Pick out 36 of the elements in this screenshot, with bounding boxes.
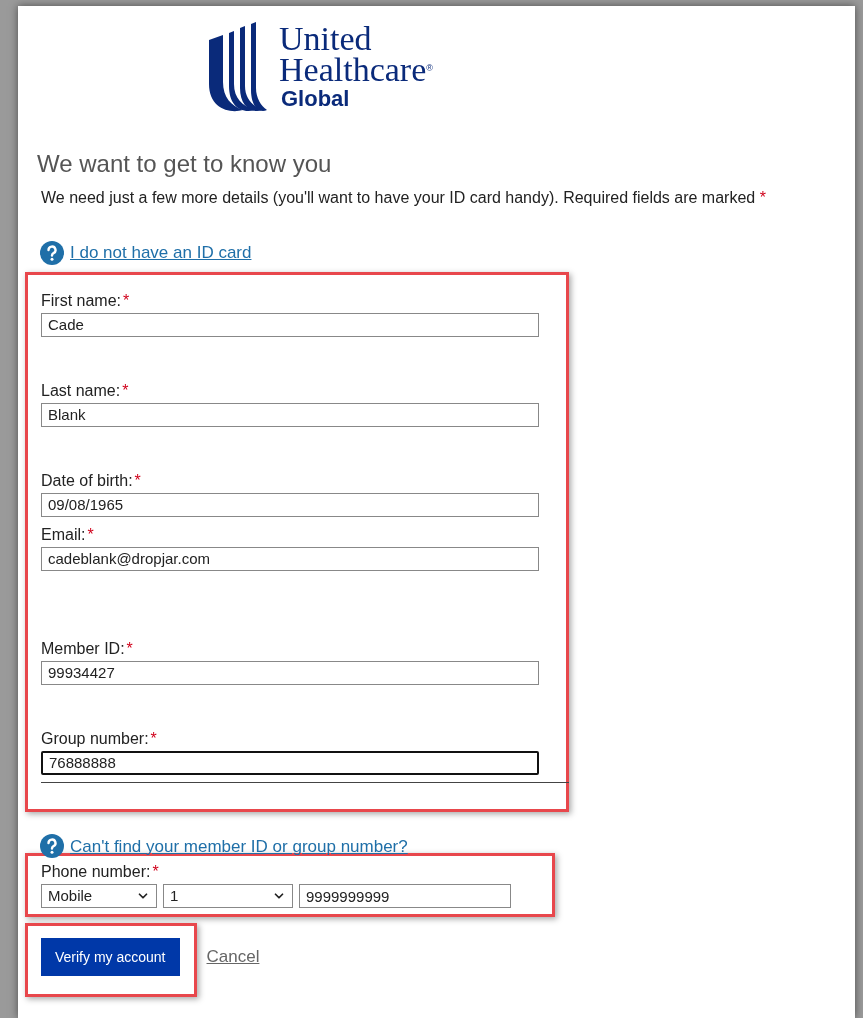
help-link[interactable]: Can't find your member ID or group number? (70, 833, 408, 859)
text-input[interactable]: Blank (41, 402, 539, 427)
field-label: First name: (41, 291, 121, 309)
phone-type-dropdown[interactable]: Mobile (41, 884, 157, 908)
text-input[interactable]: Cade (41, 312, 539, 337)
text-input[interactable]: cadeblank@dropjar.com (41, 546, 539, 571)
required-asterisk: * (123, 291, 130, 309)
required-asterisk: * (87, 525, 94, 543)
required-asterisk: * (150, 729, 157, 747)
cancel-link[interactable]: Cancel (206, 944, 260, 970)
logo-text: United (279, 24, 373, 54)
field-label: Last name: (41, 381, 121, 399)
required-asterisk: * (122, 381, 129, 399)
field-label: Email: (41, 525, 86, 543)
country-code-dropdown[interactable]: 1 (163, 884, 293, 908)
intro-text: We need just a few more details (you'll want to have your ID card handy). Required fields are marked (41, 189, 756, 206)
text-input[interactable]: 99934427 (41, 660, 539, 685)
phone-number-input[interactable]: 9999999999 (299, 884, 511, 908)
text-input[interactable]: 09/08/1965 (41, 492, 539, 517)
text-input[interactable]: 76888888 (41, 750, 539, 775)
field-label: Phone number: (41, 863, 151, 880)
required-asterisk: * (134, 471, 141, 489)
logo-subtitle: Global (281, 86, 351, 112)
field-label: Group number: (41, 729, 149, 747)
registered-mark: ® (426, 63, 433, 73)
required-asterisk: * (152, 863, 159, 880)
required-asterisk: * (759, 189, 766, 206)
field-label: Date of birth: (41, 471, 133, 489)
page-heading: We want to get to know you (37, 150, 333, 178)
logo-text: Healthcare (279, 54, 427, 86)
help-icon (40, 240, 64, 265)
help-link[interactable]: I do not have an ID card (70, 240, 252, 266)
field-label: Member ID: (41, 639, 125, 657)
required-asterisk: * (126, 639, 133, 657)
verify-account-button[interactable]: Verify my account (41, 938, 180, 976)
help-icon (40, 834, 64, 859)
